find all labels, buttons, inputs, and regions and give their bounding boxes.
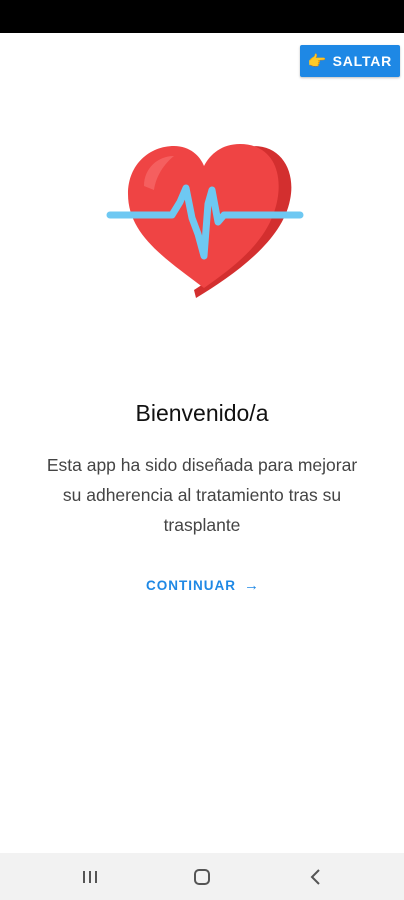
back-icon bbox=[310, 869, 320, 885]
welcome-description: Esta app ha sido diseñada para mejorar s… bbox=[46, 455, 358, 535]
continue-button-label: CONTINUAR bbox=[146, 577, 236, 593]
continue-button[interactable]: CONTINUAR → bbox=[130, 568, 275, 602]
arrow-right-icon: → bbox=[244, 576, 259, 594]
status-bar bbox=[0, 0, 404, 33]
heart-pulse-icon bbox=[106, 144, 304, 298]
home-button[interactable] bbox=[172, 861, 232, 893]
recent-apps-icon bbox=[83, 871, 97, 883]
back-button[interactable] bbox=[286, 861, 346, 893]
skip-button[interactable]: 👉 SALTAR bbox=[300, 45, 400, 77]
navigation-bar bbox=[0, 853, 404, 900]
recent-apps-button[interactable] bbox=[60, 861, 120, 893]
home-icon bbox=[194, 869, 210, 885]
pointing-hand-icon: 👉 bbox=[307, 52, 327, 70]
skip-button-label: SALTAR bbox=[332, 53, 393, 69]
welcome-title: Bienvenido/a bbox=[135, 400, 269, 426]
